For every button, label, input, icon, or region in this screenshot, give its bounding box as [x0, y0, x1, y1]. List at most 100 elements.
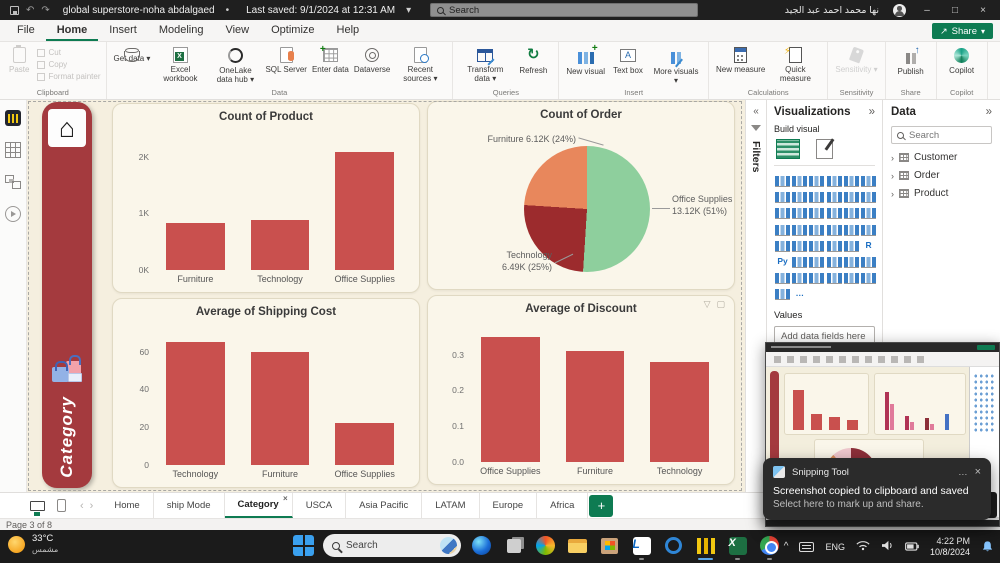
r-script-visual-icon[interactable]: R	[861, 238, 876, 252]
sql-server-button[interactable]: SQL Server	[263, 45, 309, 76]
visual-average-of-shipping-cost[interactable]: Average of Shipping Cost 0204060Technolo…	[112, 298, 420, 488]
notification-bell-icon[interactable]	[981, 540, 994, 553]
share-button[interactable]: Share	[932, 23, 993, 39]
page-tab-latam[interactable]: LATAM	[422, 493, 479, 518]
chrome-icon[interactable]	[758, 534, 781, 557]
funnel-chart-icon[interactable]	[792, 205, 807, 219]
desktop-view-icon[interactable]	[30, 501, 45, 511]
more-options-icon[interactable]: …	[792, 286, 807, 300]
power-apps-visual-icon[interactable]	[792, 270, 807, 284]
multi-row-card-icon[interactable]	[775, 238, 790, 252]
copilot-icon[interactable]	[534, 534, 557, 557]
bar-furniture[interactable]	[566, 351, 624, 462]
close-tab-icon[interactable]: ×	[283, 494, 288, 503]
get-more-visuals-icon[interactable]	[861, 270, 876, 284]
text-box-button[interactable]: Text box	[608, 45, 648, 77]
copilot-button[interactable]: Copilot	[942, 45, 982, 77]
report-canvas[interactable]: ⌂ Category Count of Product 0K1K2KFurnit…	[27, 100, 745, 492]
map-icon[interactable]	[775, 222, 790, 236]
qa-visual-icon[interactable]	[827, 254, 842, 268]
account-avatar[interactable]	[893, 4, 906, 17]
collapse-pane-icon[interactable]: »	[986, 106, 992, 118]
redo-icon[interactable]	[41, 5, 49, 16]
build-visual-tab-icon[interactable]	[776, 139, 800, 159]
dax-query-view-icon[interactable]	[5, 206, 21, 222]
wifi-icon[interactable]	[856, 538, 870, 556]
gauge-icon[interactable]	[844, 222, 859, 236]
data-search-box[interactable]	[891, 126, 992, 144]
bar-furniture[interactable]	[251, 352, 309, 465]
clustered-bar-chart-icon[interactable]	[809, 173, 824, 187]
menu-insert[interactable]: Insert	[98, 20, 148, 41]
card-icon[interactable]	[861, 222, 876, 236]
focus-mode-icon[interactable]: ▢	[716, 299, 725, 310]
100-stacked-bar-chart-icon[interactable]	[844, 173, 859, 187]
data-search-input[interactable]	[909, 130, 979, 141]
titlebar-search-box[interactable]: Search	[430, 3, 698, 17]
table-icon[interactable]	[827, 238, 842, 252]
taskbar-search-box[interactable]: Search	[323, 534, 461, 557]
smart-narrative-icon[interactable]	[844, 254, 859, 268]
expand-chevron-icon[interactable]: ›	[891, 153, 894, 163]
menu-view[interactable]: View	[214, 20, 260, 41]
table-customer[interactable]: ›Customer	[891, 152, 992, 163]
table-order[interactable]: ›Order	[891, 170, 992, 181]
visual-average-of-discount[interactable]: ▽ ▢ Average of Discount 0.00.10.20.3Offi…	[427, 295, 735, 485]
area-chart-icon[interactable]	[792, 189, 807, 203]
python-visual-icon[interactable]: Py	[775, 254, 790, 268]
page-tab-ship-mode[interactable]: ship Mode	[154, 493, 225, 518]
undo-icon[interactable]	[26, 5, 34, 16]
matrix-icon[interactable]	[844, 238, 859, 252]
azure-map-icon[interactable]	[827, 222, 842, 236]
new-measure-button[interactable]: New measure	[714, 45, 767, 76]
page-tab-asia-pacific[interactable]: Asia Pacific	[346, 493, 422, 518]
microsoft-store-icon[interactable]	[598, 534, 621, 557]
bar-technology[interactable]	[251, 220, 309, 270]
power-bi-icon[interactable]	[694, 534, 717, 557]
refresh-button[interactable]: Refresh	[513, 45, 553, 77]
dataverse-button[interactable]: Dataverse	[352, 45, 392, 76]
100-stacked-column-chart-icon[interactable]	[861, 173, 876, 187]
menu-optimize[interactable]: Optimize	[260, 20, 325, 41]
shape-map-icon[interactable]	[809, 222, 824, 236]
transform-data-button[interactable]: Transform data ▾	[458, 45, 512, 85]
line-chart-icon[interactable]	[775, 189, 790, 203]
decomposition-tree-icon[interactable]	[792, 254, 807, 268]
treemap-icon[interactable]	[861, 205, 876, 219]
bar-furniture[interactable]	[166, 223, 224, 270]
waterfall-chart-icon[interactable]	[775, 205, 790, 219]
scatter-chart-icon[interactable]	[809, 205, 824, 219]
file-explorer-icon[interactable]	[566, 534, 589, 557]
paginated-report-icon[interactable]	[861, 254, 876, 268]
battery-icon[interactable]	[905, 538, 919, 556]
language-indicator[interactable]: ENG	[825, 542, 845, 552]
filters-pane-collapsed[interactable]: « Filters	[745, 100, 767, 492]
task-view-icon[interactable]	[502, 534, 525, 557]
menu-modeling[interactable]: Modeling	[148, 20, 215, 41]
write-visual-icon[interactable]	[775, 286, 790, 300]
menu-help[interactable]: Help	[326, 20, 371, 41]
recent-sources-button[interactable]: Recent sources ▾	[393, 45, 447, 85]
expand-chevron-icon[interactable]: ›	[891, 189, 894, 199]
collapse-pane-icon[interactable]: »	[869, 106, 875, 118]
close-button[interactable]: ×	[976, 5, 990, 16]
minimize-button[interactable]: –	[920, 5, 934, 16]
menu-home[interactable]: Home	[46, 20, 99, 41]
metrics-icon[interactable]	[775, 270, 790, 284]
snipping-tool-notification[interactable]: Snipping Tool Screenshot copied to clipb…	[763, 458, 991, 520]
mobile-view-icon[interactable]	[57, 499, 66, 512]
menu-file[interactable]: File	[6, 20, 46, 41]
publish-button[interactable]: Publish	[891, 45, 931, 78]
page-tab-europe[interactable]: Europe	[480, 493, 538, 518]
custom-visual-icon[interactable]	[844, 270, 859, 284]
expand-filters-icon[interactable]: «	[753, 106, 759, 117]
stacked-bar-chart-icon[interactable]	[775, 173, 790, 187]
visual-count-of-order[interactable]: Count of Order Furniture 6.12K (24%) Off…	[427, 101, 735, 290]
touch-keyboard-icon[interactable]	[799, 542, 814, 552]
kpi-icon[interactable]	[792, 238, 807, 252]
slicer-icon[interactable]	[809, 238, 824, 252]
model-view-icon[interactable]	[5, 174, 21, 190]
toast-submessage[interactable]: Select here to mark up and share.	[773, 499, 981, 510]
filter-funnel-icon[interactable]: ▽	[704, 299, 711, 310]
table-product[interactable]: ›Product	[891, 188, 992, 199]
